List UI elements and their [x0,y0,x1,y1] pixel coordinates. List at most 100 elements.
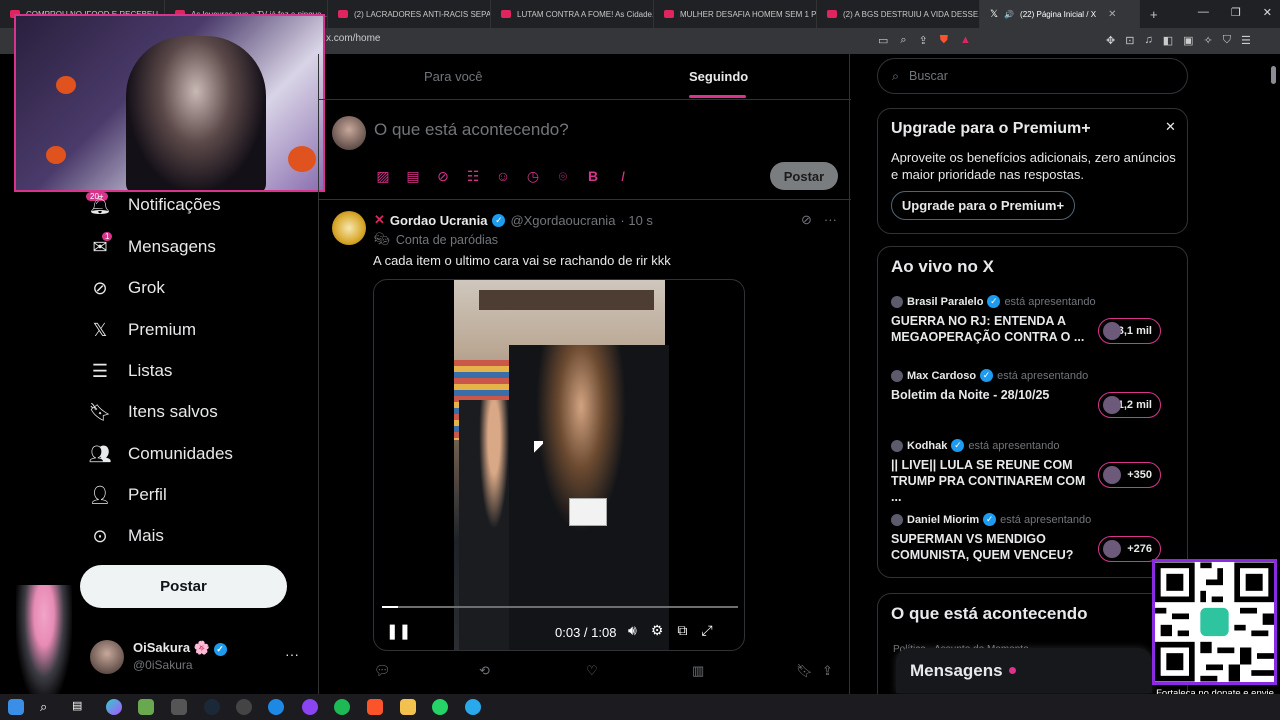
file-explorer-icon[interactable] [400,699,416,715]
tab-indicator [689,95,746,98]
emoji-icon[interactable]: ☺ [495,168,511,185]
screenshot-icon[interactable]: ⊡ [1125,34,1134,47]
live-listener-count[interactable]: +3,1 mil [1098,318,1161,344]
poll-icon[interactable]: ☷ [465,168,481,185]
image-icon[interactable]: ▨ [375,168,391,185]
tweet-avatar[interactable] [332,211,366,245]
share-icon[interactable]: ⇪ [822,663,833,679]
scrollbar[interactable] [1271,66,1276,84]
search-taskbar-icon[interactable]: ⌕ [40,699,56,715]
windows-start-icon[interactable] [8,699,24,715]
more-icon[interactable]: ··· [824,212,837,228]
messages-drawer[interactable]: Mensagens [896,648,1152,693]
telegram-icon[interactable] [465,699,481,715]
brave-rewards-icon[interactable]: ▲ [960,34,971,47]
location-icon[interactable]: ⌾ [555,168,571,185]
url-field[interactable]: x.com/home [326,33,380,44]
nav-item-mensagens[interactable]: ✉ 1 Mensagens [90,232,216,257]
nav-item-comunidades[interactable]: 👥︎ Comunidades [89,444,233,464]
bookmark-icon[interactable]: 🔖︎ [796,663,813,679]
obs-icon[interactable] [236,699,252,715]
reply-icon[interactable]: 💬︎ [374,663,391,679]
close-icon[interactable]: ✕ [1165,119,1176,135]
nav-item-listas[interactable]: ☰ Listas [90,361,173,381]
speaker-icon: 🔊 [1004,9,1015,19]
pause-icon[interactable]: ❚❚ [386,622,411,640]
store-sign [479,290,654,310]
browser-tab[interactable]: LUTAM CONTRA A FOME! As Cidade... [491,0,654,28]
close-window-icon[interactable]: ✕ [1263,6,1272,19]
premium-upgrade-button[interactable]: Upgrade para o Premium+ [891,191,1075,220]
wallet-icon[interactable]: ▣ [1183,34,1193,47]
sidebar-icon[interactable]: ◧ [1163,34,1173,47]
spotify-icon[interactable] [334,699,350,715]
bold-icon[interactable]: B [585,168,601,185]
tweet-video[interactable]: ❚❚ 0:03 / 1:08 🔊︎ ⚙ ⧉ ⤢ [373,279,745,651]
italic-icon[interactable]: I [615,168,631,185]
tab-para-voce[interactable]: Para você [424,69,483,84]
tweet-author-name[interactable]: Gordao Ucrania [390,213,488,228]
tweet-handle[interactable]: @Xgordaoucrania [510,213,615,228]
gif-icon[interactable]: ▤ [405,168,421,185]
live-listener-count[interactable]: +1,2 mil [1098,392,1161,418]
grok-icon[interactable]: ⊘ [435,168,451,185]
settings-icon[interactable]: ⚙ [651,622,664,639]
zoom-icon[interactable]: ⌕ [900,34,906,47]
post-button[interactable]: Postar [80,565,287,608]
composer-toolbar: ▨ ▤ ⊘ ☷ ☺ ◷ ⌾ B I [375,168,631,185]
discord-icon[interactable] [302,699,318,715]
store-icon[interactable] [138,699,154,715]
brave-icon[interactable] [367,699,383,715]
browser-tab-active[interactable]: 𝕏 🔊 (22) Página Inicial / X ✕ [980,0,1140,28]
person-icon: 👤︎ [88,484,112,505]
minimize-icon[interactable]: — [1198,6,1209,19]
music-icon[interactable]: ♫ [1144,34,1152,47]
grok-explain-icon[interactable]: ⊘ [801,212,812,228]
cast-icon[interactable]: ▭ [878,34,888,47]
tab-seguindo[interactable]: Seguindo [689,69,748,84]
retweet-icon[interactable]: ⟲ [479,663,490,679]
video-progress-track[interactable] [382,606,738,608]
views-icon[interactable]: ▥ [692,663,704,679]
task-view-icon[interactable]: ▤ [72,699,88,715]
fullscreen-icon[interactable]: ⤢ [701,622,712,639]
schedule-icon[interactable]: ◷ [525,168,541,185]
composer-input[interactable]: O que está acontecendo? [374,120,569,140]
like-icon[interactable]: ♡ [586,663,598,679]
edge-icon[interactable] [268,699,284,715]
nav-item-grok[interactable]: ⊘ Grok [90,278,164,298]
browser-tab[interactable]: MULHER DESAFIA HOMEM SEM 1 P... [654,0,817,28]
account-more-icon[interactable]: ··· [285,646,299,662]
vpn-icon[interactable]: ⛉ [1223,34,1231,47]
picture-in-picture-icon[interactable]: ⧉ [677,622,687,639]
brave-shield-icon[interactable]: ⛊ [940,34,948,47]
nav-item-mais[interactable]: ⊙ Mais [90,525,163,546]
browser-tab[interactable]: (2) A BGS DESTRUIU A VIDA DESSE... [817,0,980,28]
steam-icon[interactable] [204,699,220,715]
account-name[interactable]: OiSakura 🌸 ✓ [133,640,227,656]
whatsapp-icon[interactable] [432,699,448,715]
copilot-icon[interactable] [106,699,122,715]
nav-item-itens-salvos[interactable]: 🔖︎ Itens salvos [89,402,218,422]
streamer-webcam [14,14,325,192]
composer-post-button[interactable]: Postar [770,162,838,190]
account-avatar[interactable] [90,640,124,674]
search-input[interactable]: ⌕ Buscar [877,58,1188,94]
nav-item-perfil[interactable]: 👤︎ Perfil [88,484,167,505]
volume-icon[interactable]: 🔊︎ [628,622,637,639]
nav-item-notificacoes[interactable]: 🔔︎ Notificações [89,195,221,215]
leo-icon[interactable]: ✧ [1204,34,1213,47]
share-icon[interactable]: ⇪ [919,34,928,47]
browser-tab[interactable]: (2) LACRADORES ANTI-RACIS SEPAR... [328,0,491,28]
restore-icon[interactable]: ❐ [1231,6,1241,19]
more-circle-icon: ⊙ [92,525,108,546]
menu-icon[interactable]: ☰ [1241,34,1251,47]
extensions-icon[interactable]: ✥ [1106,34,1115,47]
pumpkin-decoration [288,146,316,172]
nav-item-premium[interactable]: 𝕏 Premium [90,320,196,340]
close-tab-icon[interactable]: ✕ [1108,9,1116,20]
new-tab-button[interactable]: + [1140,0,1168,28]
tweet-time[interactable]: · 10 s [620,213,653,228]
epic-games-icon[interactable] [171,699,187,715]
live-listener-count[interactable]: +350 [1098,462,1161,488]
